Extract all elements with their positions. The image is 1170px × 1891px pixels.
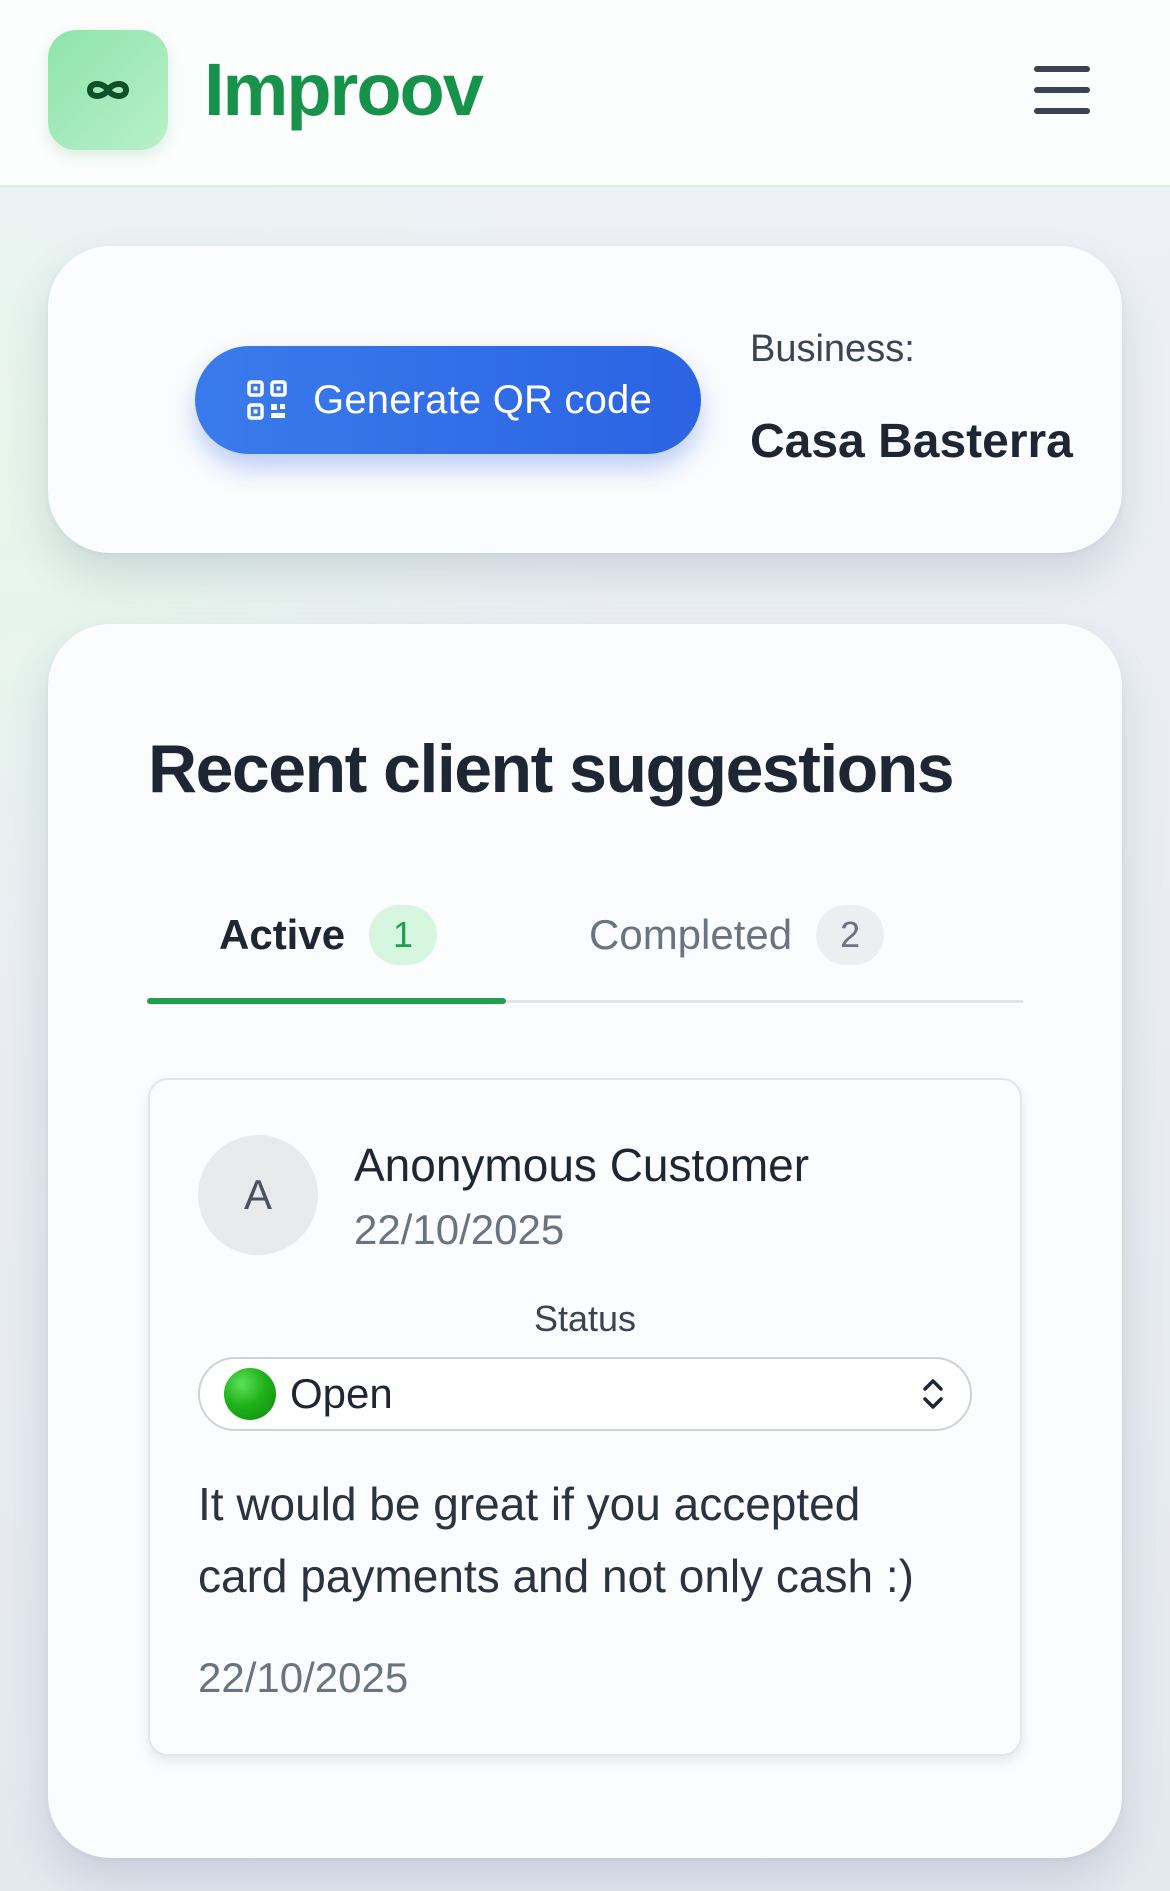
tab-completed[interactable]: Completed 2	[589, 900, 885, 970]
generate-qr-code-label: Generate QR code	[313, 377, 652, 422]
status-select[interactable]: Open	[198, 1357, 972, 1431]
section-title: Recent client suggestions	[148, 731, 955, 807]
business-name: Casa Basterra	[750, 415, 1073, 468]
generate-qr-code-button[interactable]: Generate QR code	[195, 346, 701, 454]
customer-name: Anonymous Customer	[354, 1139, 810, 1191]
green-circle-icon	[224, 1368, 276, 1420]
tab-completed-label: Completed	[589, 911, 793, 958]
qr-code-icon	[247, 380, 287, 420]
tab-active-count-badge: 1	[369, 905, 438, 965]
status-label: Status	[533, 1298, 637, 1339]
top-header: Improov	[0, 0, 1170, 187]
brand-name[interactable]: Improov	[204, 40, 484, 140]
tab-active-label: Active	[219, 911, 346, 958]
chevron-up-down-icon	[923, 1379, 943, 1409]
business-label: Business:	[750, 328, 915, 370]
infinity-icon	[86, 81, 130, 99]
status-value: Open	[290, 1370, 393, 1417]
hamburger-menu-icon[interactable]	[1020, 58, 1104, 122]
customer-date: 22/10/2025	[354, 1206, 565, 1253]
active-tab-indicator	[147, 998, 506, 1004]
suggestion-date: 22/10/2025	[198, 1654, 409, 1701]
suggestion-text: It would be great if you accepted card p…	[198, 1478, 914, 1602]
tab-completed-count-badge: 2	[816, 905, 885, 965]
avatar: A	[198, 1135, 318, 1255]
logo-badge[interactable]	[48, 30, 168, 150]
tab-active[interactable]: Active 1	[219, 900, 438, 970]
